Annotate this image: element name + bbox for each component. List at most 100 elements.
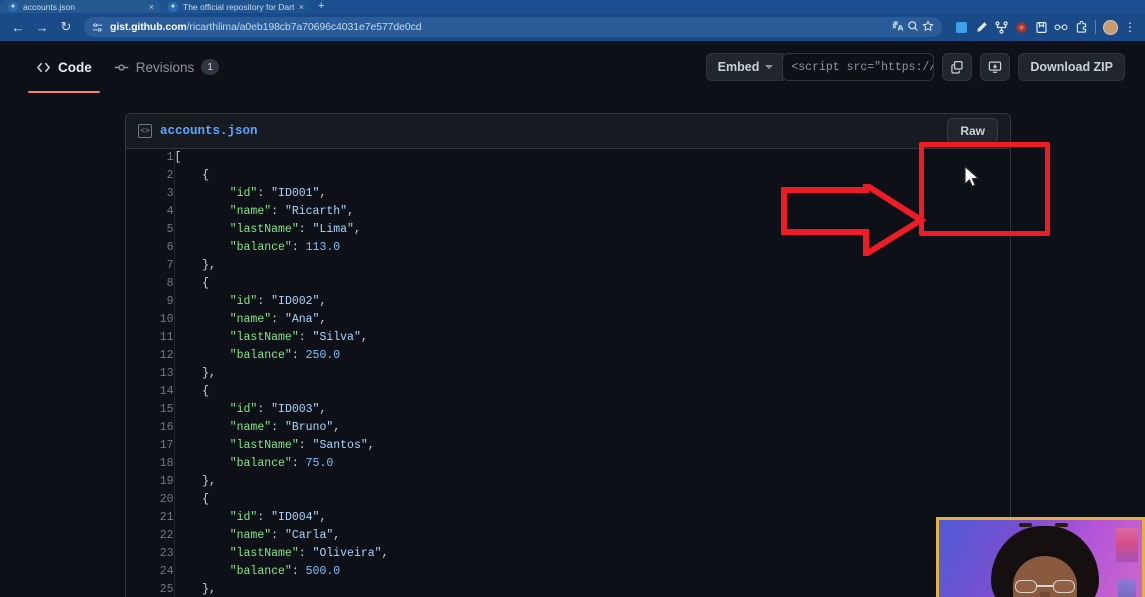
search-icon[interactable] — [907, 20, 919, 35]
url-path: /ricarthlima/a0eb198cb7a70696c4031e7e577… — [186, 21, 422, 33]
line-number: 15 — [126, 401, 175, 419]
bookmark-frame-icon[interactable] — [1032, 18, 1050, 36]
line-number: 22 — [126, 527, 175, 545]
extension-toolbar: ⋮ — [948, 18, 1139, 36]
file-actions: Raw — [947, 118, 998, 144]
line-number: 16 — [126, 419, 175, 437]
reload-button[interactable]: ↻ — [54, 15, 78, 39]
dart-favicon-icon: ● — [168, 1, 178, 12]
code-line: 12 "balance": 250.0 — [126, 347, 1010, 365]
gist-tab-list: Code Revisions 1 — [28, 41, 227, 93]
revisions-count-badge: 1 — [201, 59, 220, 75]
save-gist-icon[interactable] — [980, 53, 1011, 81]
gist-actions: Embed <script src="https:// Download ZIP — [705, 53, 1125, 81]
code-line-content: { — [202, 277, 210, 290]
file-name-label[interactable]: accounts.json — [160, 124, 258, 138]
browser-menu-icon[interactable]: ⋮ — [1121, 20, 1139, 34]
line-number: 10 — [126, 311, 175, 329]
commit-icon — [114, 60, 129, 75]
code-line: 1[ — [126, 149, 1010, 167]
line-number: 23 — [126, 545, 175, 563]
code-line: 20 { — [126, 491, 1010, 509]
code-line: 10 "name": "Ana", — [126, 311, 1010, 329]
code-line: 25 }, — [126, 581, 1010, 597]
tab-code[interactable]: Code — [28, 41, 100, 93]
glasses-icon[interactable] — [1052, 18, 1070, 36]
line-number: 1 — [126, 149, 175, 167]
code-line: 8 { — [126, 275, 1010, 293]
line-number: 5 — [126, 221, 175, 239]
presenter-eyebrow-left — [1019, 523, 1032, 527]
code-line: 13 }, — [126, 365, 1010, 383]
share-node-icon[interactable] — [992, 18, 1010, 36]
code-line: 14 { — [126, 383, 1010, 401]
presenter-figure — [939, 520, 1142, 597]
code-line-content: [ — [174, 151, 182, 164]
line-number: 4 — [126, 203, 175, 221]
tab-close-icon[interactable]: × — [299, 2, 304, 12]
code-icon — [36, 60, 51, 75]
browser-tab-accounts-json[interactable]: ● accounts.json × — [0, 0, 160, 13]
site-settings-icon[interactable] — [92, 22, 103, 33]
code-line-content: "balance": 250.0 — [229, 349, 341, 362]
download-zip-button[interactable]: Download ZIP — [1018, 53, 1125, 81]
presenter-eyebrow-right — [1055, 523, 1068, 527]
code-line-content: "name": "Ricarth", — [229, 205, 354, 218]
embed-dropdown-button[interactable]: Embed — [705, 53, 784, 81]
gist-header: Code Revisions 1 Embed <script src="http… — [0, 41, 1145, 93]
browser-tab-dart-repo[interactable]: ● The official repository for Dart × — [160, 0, 310, 13]
line-number: 14 — [126, 383, 175, 401]
code-line-content: "lastName": "Lima", — [229, 223, 361, 236]
new-tab-button[interactable]: + — [310, 0, 332, 13]
forward-button[interactable]: → — [30, 15, 54, 39]
code-line: 16 "name": "Bruno", — [126, 419, 1010, 437]
extensions-puzzle-icon[interactable] — [1072, 18, 1090, 36]
line-number: 11 — [126, 329, 175, 347]
line-number: 6 — [126, 239, 175, 257]
tab-revisions[interactable]: Revisions 1 — [106, 41, 227, 93]
code-line: 19 }, — [126, 473, 1010, 491]
tab-title: accounts.json — [23, 1, 75, 12]
star-icon[interactable] — [922, 19, 934, 35]
line-number: 7 — [126, 257, 175, 275]
code-viewer[interactable]: 1[2 {3 "id": "ID001", 4 "name": "Ricarth"… — [126, 149, 1010, 597]
line-number: 24 — [126, 563, 175, 581]
code-line-content: "name": "Carla", — [229, 529, 341, 542]
code-line-content: { — [202, 169, 210, 182]
code-line: 9 "id": "ID002", — [126, 293, 1010, 311]
code-line-content: }, — [202, 259, 216, 272]
extension-blue-square-icon[interactable] — [952, 18, 970, 36]
code-line: 6 "balance": 113.0 — [126, 239, 1010, 257]
line-number: 17 — [126, 437, 175, 455]
embed-url-input[interactable]: <script src="https:// — [782, 53, 935, 81]
code-line: 15 "id": "ID003", — [126, 401, 1010, 419]
code-line: 24 "balance": 500.0 — [126, 563, 1010, 581]
tab-revisions-label: Revisions — [135, 59, 195, 75]
tab-close-icon[interactable]: × — [149, 2, 154, 12]
browser-window: ● accounts.json × ● The official reposit… — [0, 0, 1145, 597]
code-line-content: }, — [202, 583, 216, 596]
line-number: 25 — [126, 581, 175, 597]
record-icon[interactable] — [1012, 18, 1030, 36]
code-line-content: "lastName": "Oliveira", — [229, 547, 389, 560]
raw-button[interactable]: Raw — [947, 118, 998, 144]
back-button[interactable]: ← — [6, 15, 30, 39]
code-line: 17 "lastName": "Santos", — [126, 437, 1010, 455]
github-favicon-icon: ● — [8, 1, 18, 12]
address-bar[interactable]: gist.github.com/ricarthlima/a0eb198cb7a7… — [84, 17, 942, 37]
gist-file-panel: <> accounts.json Raw 1[2 {3 "id": "ID001… — [125, 113, 1011, 597]
line-number: 21 — [126, 509, 175, 527]
code-line-content: }, — [202, 475, 216, 488]
code-line: 3 "id": "ID001", — [126, 185, 1010, 203]
line-number: 12 — [126, 347, 175, 365]
url-text: gist.github.com/ricarthlima/a0eb198cb7a7… — [110, 21, 422, 33]
copy-icon[interactable] — [942, 53, 973, 81]
code-line-content: "lastName": "Santos", — [229, 439, 375, 452]
code-line-content: "lastName": "Silva", — [229, 331, 368, 344]
embed-label: Embed — [717, 60, 760, 74]
code-line: 7 }, — [126, 257, 1010, 275]
profile-avatar[interactable] — [1101, 18, 1119, 36]
translate-icon[interactable] — [892, 20, 904, 35]
code-line: 5 "lastName": "Lima", — [126, 221, 1010, 239]
pen-icon[interactable] — [972, 18, 990, 36]
